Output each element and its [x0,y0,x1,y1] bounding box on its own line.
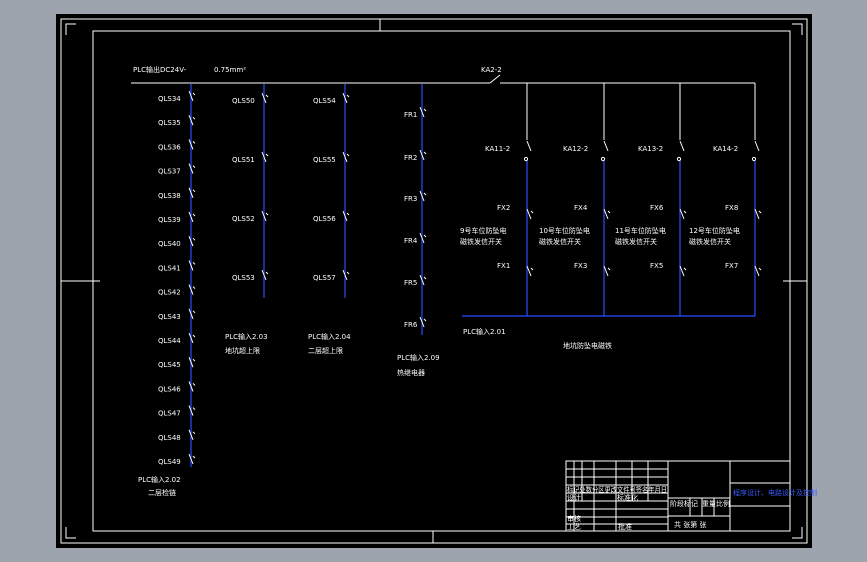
desc-line-1: 9号车位防坠电 [460,226,506,235]
fx-top-label: FX2 [497,204,510,212]
column3-switch-label: QLS56 [313,215,336,223]
tb-company: 程序设计、电路设计及控制 [733,488,817,497]
desc-line-2: 磁铁发信开关 [615,237,657,246]
desc-line-1: 11号车位防坠电 [615,226,666,235]
wire-size-label: 0.75mm² [214,66,246,74]
tb-approve: 批准 [618,522,632,531]
col1-caption-1: PLC输入2.02 [138,475,181,484]
tb-process: 工艺 [567,523,581,531]
col1-switch-label: QLS42 [158,289,181,297]
col1-switch-label: QLS46 [158,385,181,393]
tb-review: 审核 [567,514,581,523]
right-caption: 地坑防坠电磁铁 [563,341,612,350]
tb-weight: 重量 [702,500,716,508]
col1-switch-label: QLS35 [158,119,181,127]
column3-switch-label: QLS57 [313,274,336,282]
fx-top-label: FX6 [650,204,664,212]
tb-standardization: 标准化 [617,493,638,502]
col4-caption-1: PLC输入2.09 [397,353,440,362]
desc-line-2: 磁铁发信开关 [460,237,502,246]
ka2-label: KA2-2 [481,66,502,74]
col1-switch-label: QLS44 [158,337,181,345]
col4-switch-label: FR1 [404,111,417,119]
desc-line-2: 磁铁发信开关 [539,237,581,246]
desc-line-1: 12号车位防坠电 [689,226,740,235]
col2-caption-1: PLC输入2.03 [225,332,268,341]
column3-switch-label: QLS54 [313,97,336,105]
plc-output-label: PLC输出DC24V- [133,65,187,74]
fx-bottom-label: FX3 [574,262,587,270]
right-plc-input: PLC输入2.01 [463,327,506,336]
col1-caption-2: 二层检链 [148,488,176,497]
ka-label: KA11-2 [485,145,510,153]
ka-label: KA13-2 [638,145,663,153]
col3-caption-1: PLC输入2.04 [308,332,351,341]
col4-switch-label: FR2 [404,154,417,162]
column2-switch-label: QLS50 [232,97,255,105]
col4-switch-label: FR5 [404,279,417,287]
col1-switch-label: QLS43 [158,313,181,321]
col4-switch-label: FR4 [404,237,418,245]
col1-switch-label: QLS47 [158,410,181,418]
col3-caption-2: 二层超上限 [308,346,343,355]
tb-designer: 设计 [567,493,581,502]
column2-switch-label: QLS53 [232,274,255,282]
ka-label: KA14-2 [713,145,738,153]
column3-switch-label: QLS55 [313,156,336,164]
col4-switch-label: FR6 [404,321,418,329]
column2-switch-label: QLS51 [232,156,255,164]
tb-stage-mark: 阶段标记 [670,499,698,508]
col1-switch-label: QLS36 [158,143,181,151]
tb-scale: 比例 [716,499,730,508]
col1-switch-label: QLS34 [158,95,181,103]
desc-line-2: 磁铁发信开关 [689,237,731,246]
schematic-drawing: PLC输出DC24V- 0.75mm² KA2-2 QLS34 QLS35 QLS3… [56,14,817,548]
col1-switch-label: QLS48 [158,434,181,442]
col1-switch-label: QLS39 [158,216,181,224]
ka-label: KA12-2 [563,145,588,153]
fx-bottom-label: FX5 [650,262,663,270]
col1-switch-label: QLS45 [158,361,181,369]
tb-sheets: 共 张第 张 [674,520,706,529]
col1-switch-label: QLS41 [158,264,181,272]
fx-top-label: FX4 [574,204,588,212]
column2-switch-label: QLS52 [232,215,255,223]
tb-row1: 标记处数分区更改文件号签名年月日 [567,485,667,494]
desc-line-1: 10号车位防坠电 [539,226,590,235]
col2-caption-2: 地坑超上限 [225,346,260,355]
col1-switch-label: QLS37 [158,168,181,176]
fx-top-label: FX8 [725,204,738,212]
col4-switch-label: FR3 [404,195,417,203]
fx-bottom-label: FX1 [497,262,510,270]
col1-switch-label: QLS40 [158,240,181,248]
col1-switch-label: QLS38 [158,192,181,200]
col4-caption-2: 热继电器 [397,368,425,377]
fx-bottom-label: FX7 [725,262,738,270]
col1-switch-label: QLS49 [158,458,181,466]
